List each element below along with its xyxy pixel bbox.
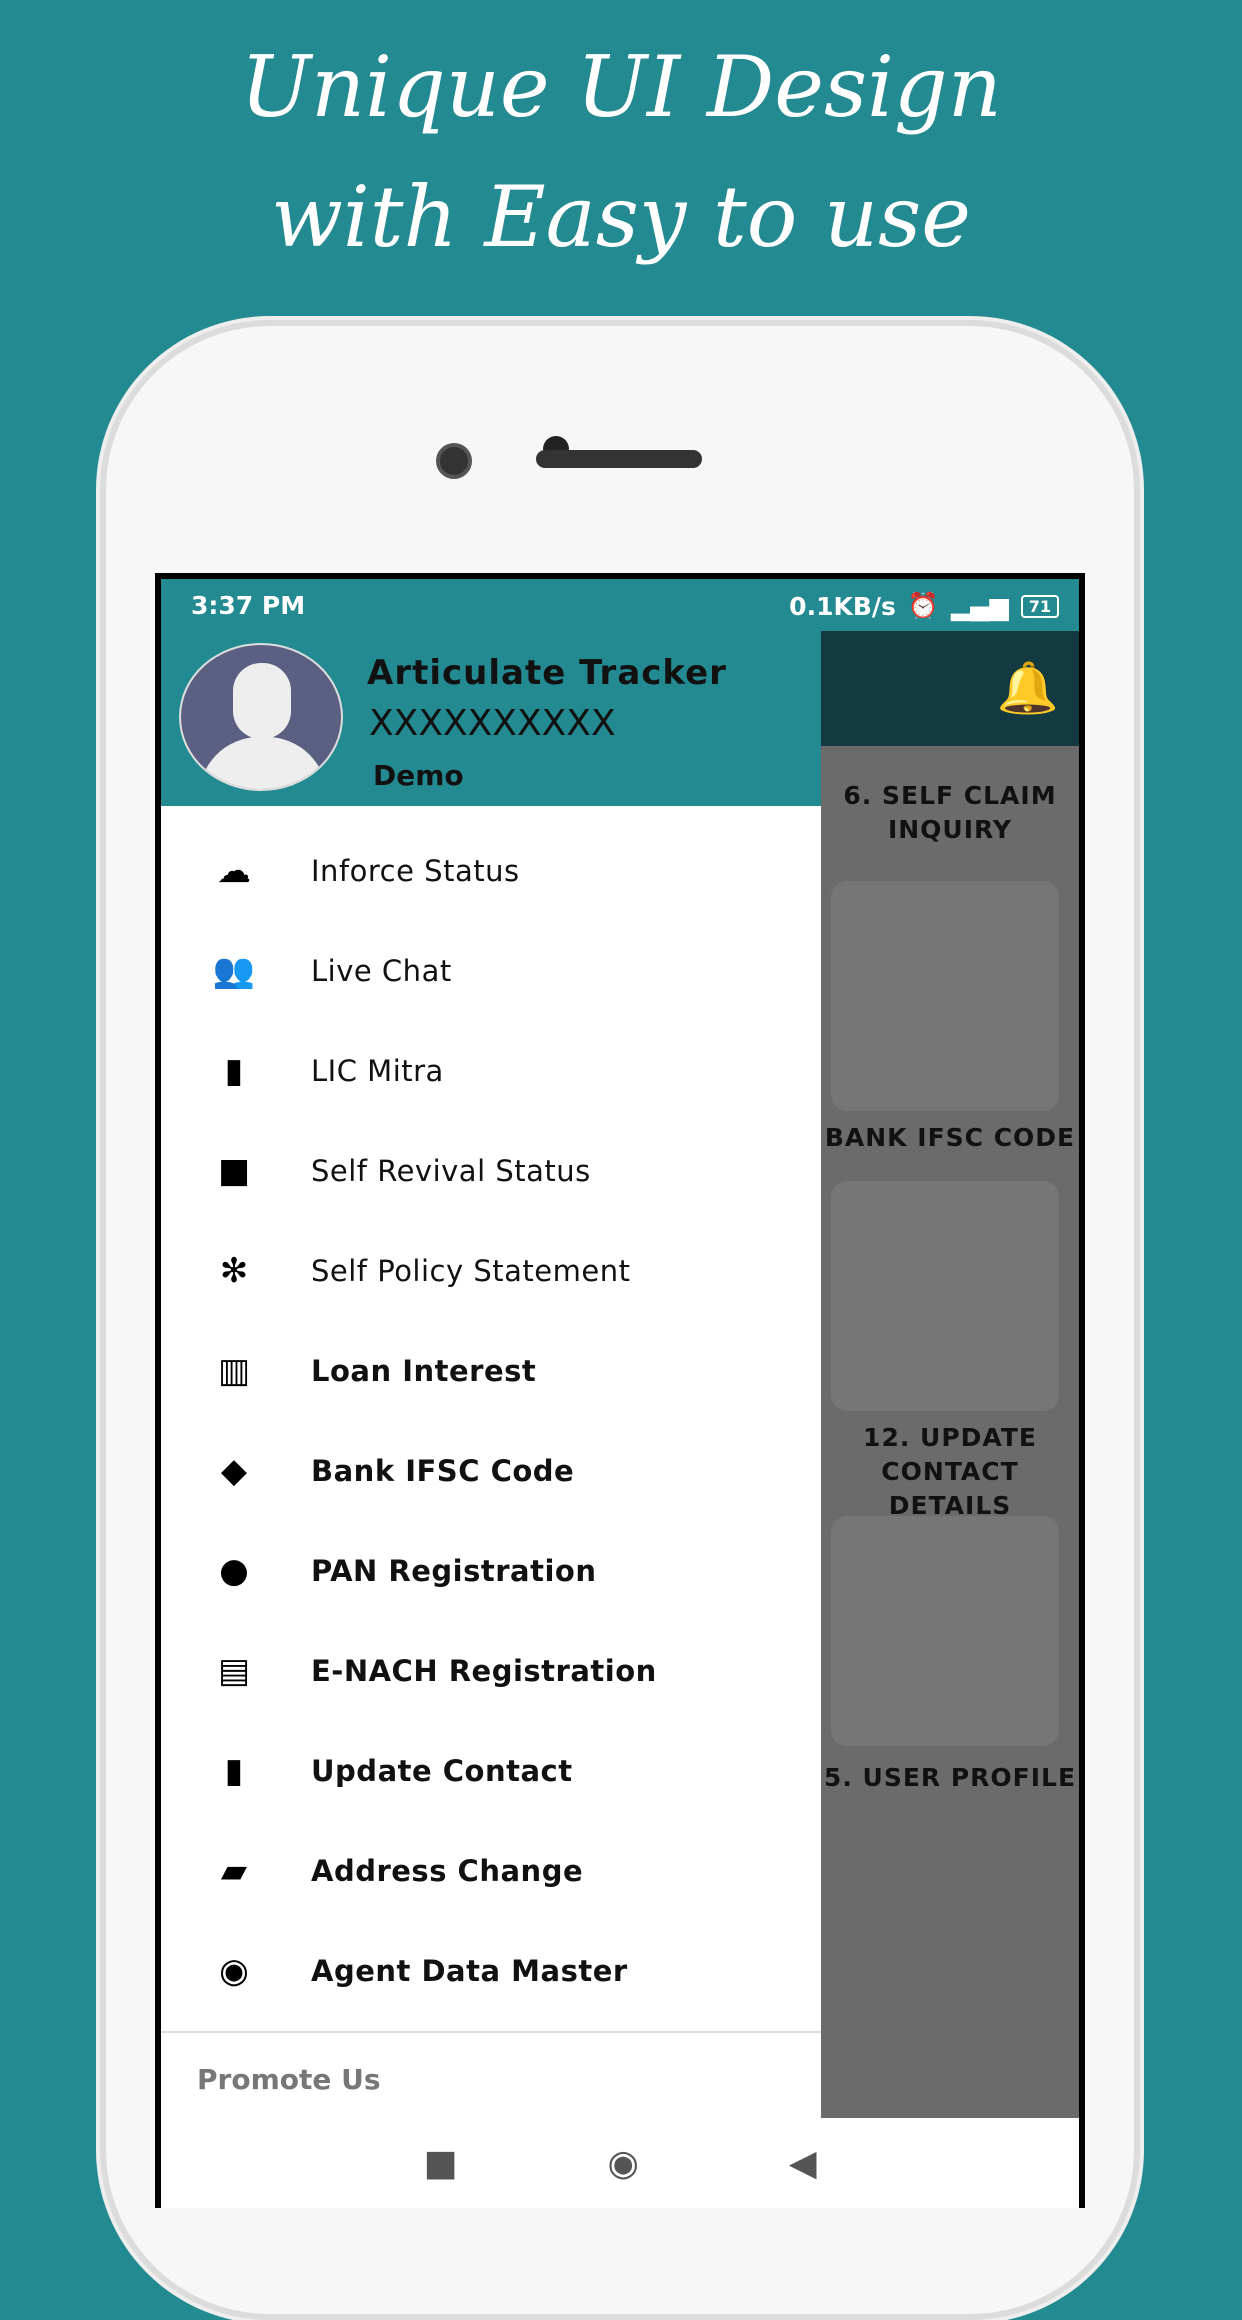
alarm-icon: ⏰ [907,591,940,620]
battery-icon: 71 [1020,594,1059,618]
drawer-item-bank-ifsc-code[interactable]: ◆ Bank IFSC Code [161,1421,821,1521]
system-nav-bar: ■ ◉ ◀ [161,2118,1079,2208]
tile-label[interactable]: 6. SELF CLAIM INQUIRY [821,779,1079,847]
drawer-item-self-revival-status[interactable]: ■ Self Revival Status [161,1121,821,1221]
signal-icon: ▂▄▆ [951,591,1009,621]
drawer-item-address-change[interactable]: ▰ Address Change [161,1821,821,1921]
headline-line-1: Unique UI Design [240,38,1002,136]
bank-tile[interactable] [831,881,1059,1111]
pan-icon: ● [219,1551,249,1591]
profile-tile[interactable] [831,1516,1059,1746]
home-button[interactable]: ◉ [607,2143,638,2184]
network-speed: 0.1KB/s [789,591,896,621]
phone-screen: 3:37 PM 0.1KB/s ⏰ ▂▄▆ 71 🔔 6. SELF CLAIM… [155,573,1085,2208]
drawer-item-e-nach-registration[interactable]: ▤ E-NACH Registration [161,1621,821,1721]
film-icon: ▤ [217,1651,251,1691]
app-toolbar: 🔔 [821,631,1079,746]
background-app: 🔔 6. SELF CLAIM INQUIRY BANK IFSC CODE 1… [821,631,1079,2208]
user-name: Articulate Tracker [367,653,727,693]
status-bar: 3:37 PM 0.1KB/s ⏰ ▂▄▆ 71 [161,579,1079,631]
drawer-item-loan-interest[interactable]: ▥ Loan Interest [161,1321,821,1421]
tile-label[interactable]: BANK IFSC CODE [821,1121,1079,1155]
drawer-item-live-chat[interactable]: 👥 Live Chat [161,921,821,1021]
speaker-grille [536,450,702,468]
user-number: XXXXXXXXXX [369,703,616,744]
drawer-item-inforce-status[interactable]: ☁ Inforce Status [161,821,821,921]
search-icon: ◉ [219,1951,249,1991]
bell-icon[interactable]: 🔔 [997,659,1059,718]
chart-icon: ▥ [217,1351,251,1391]
cloud-download-icon: ☁ [217,851,251,891]
avatar [179,643,343,791]
recents-button[interactable]: ■ [423,2143,457,2184]
drawer-item-update-contact[interactable]: ▮ Update Contact [161,1721,821,1821]
section-header-promote-us: Promote Us [197,2063,381,2096]
drawer-item-pan-registration[interactable]: ● PAN Registration [161,1521,821,1621]
drawer-item-self-policy-statement[interactable]: ✻ Self Policy Statement [161,1221,821,1321]
laptop-icon: ▰ [220,1851,248,1891]
drawer-header: Articulate Tracker XXXXXXXXXX Demo [161,631,821,806]
front-camera-icon [436,443,472,479]
drawer-item-lic-mitra[interactable]: ▮ LIC Mitra [161,1021,821,1121]
tile-label[interactable]: 12. UPDATE CONTACT DETAILS [821,1421,1079,1523]
user-role: Demo [373,759,464,792]
headline-line-2: with Easy to use [271,168,971,266]
person-board-icon: ▮ [224,1751,244,1791]
document-icon: ■ [217,1151,251,1191]
chat-people-icon: 👥 [212,951,256,991]
tile-label[interactable]: 5. USER PROFILE [821,1761,1079,1795]
drawer-item-agent-data-master[interactable]: ◉ Agent Data Master [161,1921,821,2021]
contact-tile[interactable] [831,1181,1059,1411]
card-icon: ◆ [220,1451,248,1491]
divider [161,2031,821,2033]
status-time: 3:37 PM [191,591,306,620]
folder-person-icon: ▮ [224,1051,244,1091]
back-button[interactable]: ◀ [789,2143,817,2184]
ideas-icon: ✻ [219,1251,249,1291]
navigation-drawer: Articulate Tracker XXXXXXXXXX Demo ☁ Info… [161,631,821,2118]
